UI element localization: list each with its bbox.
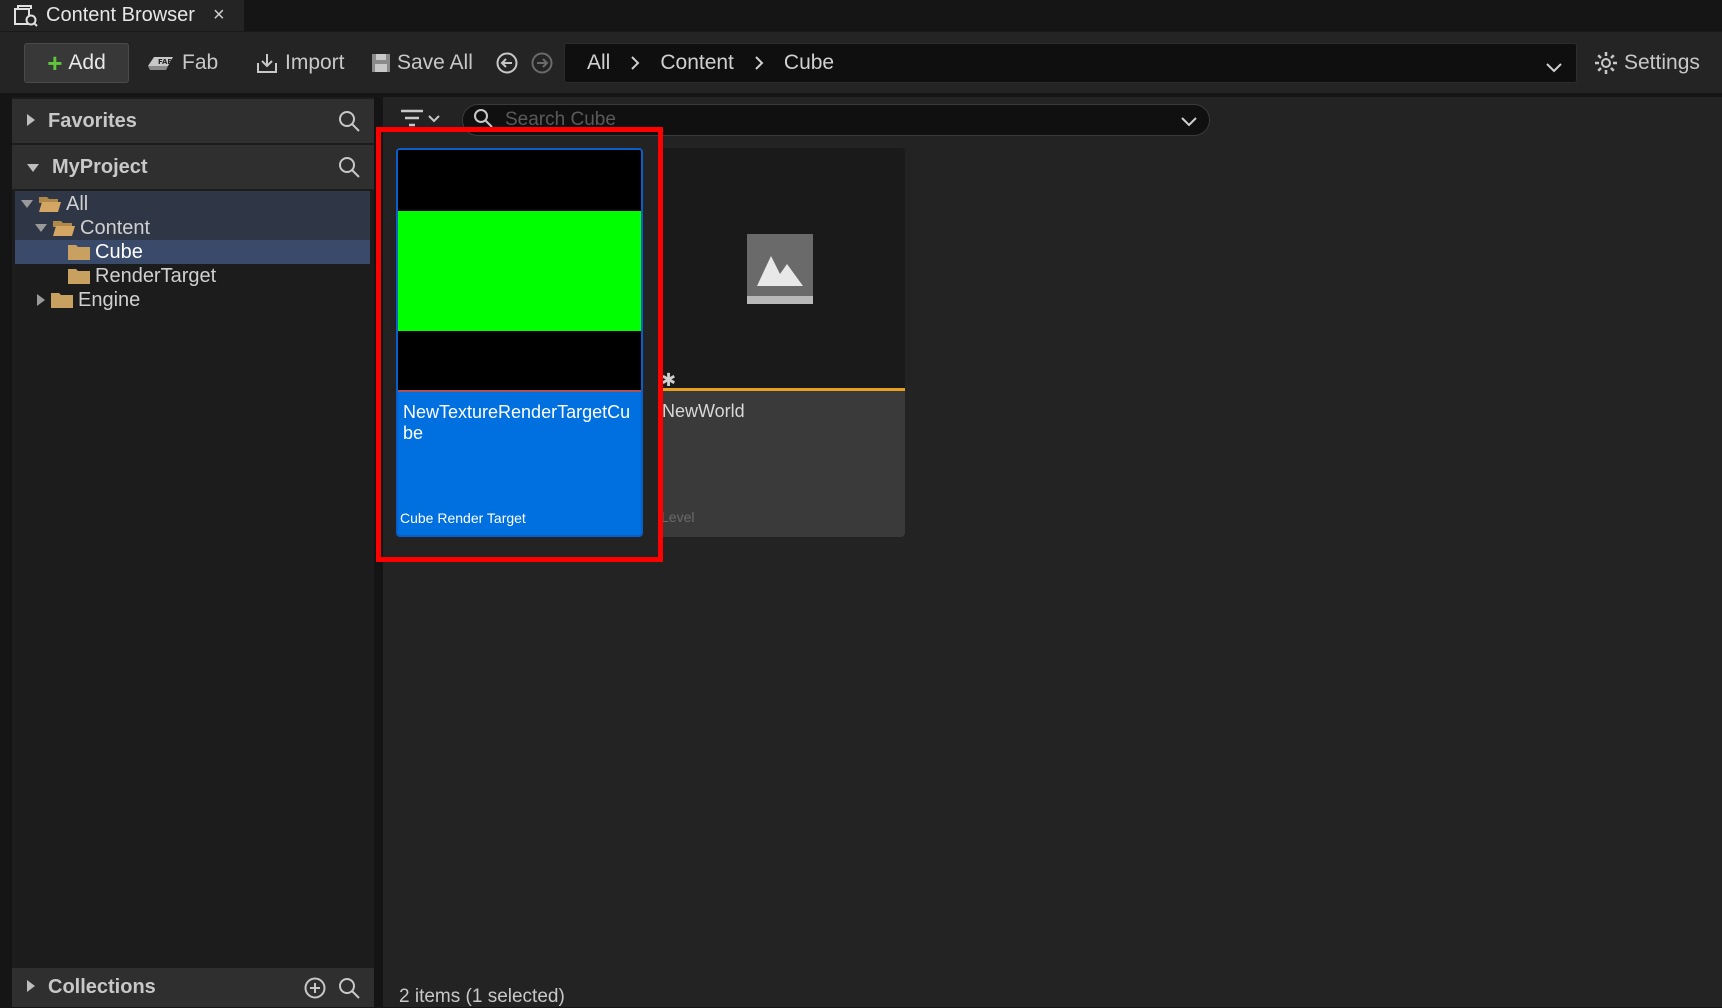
folder-icon [68, 245, 90, 260]
tree-item-all[interactable]: All [20, 192, 88, 216]
tab-strip [0, 0, 1722, 31]
triangle-right-icon[interactable] [36, 293, 46, 307]
import-label: Import [285, 51, 345, 74]
forward-arrow-icon[interactable] [531, 52, 553, 74]
breadcrumb-cube[interactable]: Cube [784, 51, 834, 75]
search-icon[interactable] [338, 977, 360, 1005]
tree-item-rendertarget[interactable]: RenderTarget [67, 264, 216, 288]
asset-thumbnail: ✱ [659, 148, 905, 390]
add-circle-icon[interactable] [304, 977, 326, 1005]
asset-info: NewWorld Level [659, 388, 905, 537]
import-icon [257, 54, 277, 73]
svg-text:FAB: FAB [158, 58, 173, 66]
gear-icon [1595, 52, 1617, 74]
triangle-down-icon[interactable] [34, 223, 48, 233]
back-arrow-icon[interactable] [496, 52, 518, 74]
plus-icon: + [47, 48, 63, 78]
asset-tile-level[interactable]: ✱ NewWorld Level [659, 148, 905, 537]
tree-label: Content [80, 216, 151, 239]
triangle-down-icon[interactable] [20, 199, 34, 209]
search-icon[interactable] [338, 156, 360, 184]
folder-icon [68, 269, 90, 284]
chevron-down-icon[interactable] [1546, 55, 1562, 79]
tree-label: Engine [78, 288, 141, 311]
search-icon[interactable] [338, 110, 360, 138]
tree-item-content[interactable]: Content [34, 216, 150, 240]
collections-header[interactable]: Collections [12, 968, 374, 1007]
triangle-down-icon[interactable] [26, 156, 40, 179]
favorites-label: Favorites [48, 109, 137, 132]
fab-label: Fab [182, 51, 219, 74]
breadcrumb-all[interactable]: All [587, 51, 610, 75]
triangle-right-icon[interactable] [26, 110, 36, 133]
tree-label: Cube [95, 240, 143, 263]
add-label: Add [68, 51, 106, 74]
folder-icon [51, 293, 73, 308]
favorites-header[interactable]: Favorites [12, 99, 374, 143]
highlight-box [376, 127, 663, 562]
myproject-label: MyProject [52, 155, 148, 178]
open-folder-icon [39, 197, 61, 212]
settings-label: Settings [1624, 51, 1700, 74]
breadcrumb: All Content Cube [564, 43, 1577, 83]
tree-label: RenderTarget [95, 264, 217, 287]
chevron-down-icon[interactable] [1181, 114, 1197, 132]
chevron-right-icon[interactable] [630, 56, 640, 70]
asset-name: NewWorld [662, 401, 745, 421]
level-icon [747, 234, 813, 304]
settings-button[interactable]: Settings [1594, 43, 1700, 83]
asset-type: Level [661, 509, 695, 525]
collections-label: Collections [48, 976, 156, 998]
tree-item-engine[interactable]: Engine [36, 288, 140, 312]
save-all-button[interactable]: Save All [371, 43, 473, 83]
triangle-right-icon[interactable] [26, 976, 36, 999]
content-browser-icon [14, 4, 38, 27]
toolbar: + Add FAB Fab Import Save All All Conten… [0, 31, 1722, 93]
import-button[interactable]: Import [255, 43, 345, 83]
myproject-header[interactable]: MyProject [12, 145, 374, 189]
tree-item-cube[interactable]: Cube [15, 240, 370, 264]
add-button[interactable]: + Add [24, 43, 129, 83]
save-icon [372, 54, 390, 72]
save-all-label: Save All [397, 51, 473, 74]
open-folder-icon [53, 221, 75, 236]
status-text: 2 items (1 selected) [399, 986, 565, 1007]
tab-close-button[interactable]: × [213, 4, 225, 27]
breadcrumb-content[interactable]: Content [660, 51, 734, 75]
tab-content-browser[interactable]: Content Browser × [0, 0, 244, 31]
chevron-right-icon[interactable] [754, 56, 764, 70]
tree-label: All [66, 192, 89, 215]
tab-title: Content Browser [46, 4, 195, 26]
fab-button[interactable]: FAB Fab [146, 43, 218, 83]
fab-icon: FAB [148, 57, 173, 70]
